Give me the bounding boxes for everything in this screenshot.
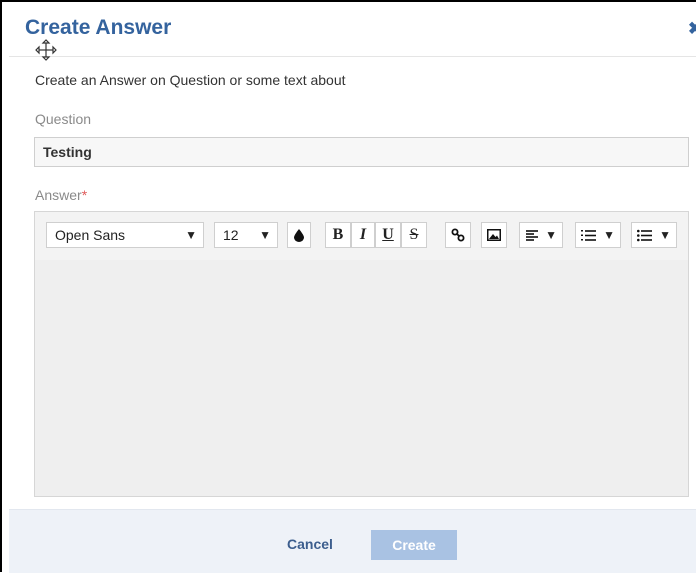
link-icon (451, 228, 465, 242)
align-icon (526, 230, 538, 241)
question-label: Question (35, 111, 92, 127)
ordered-list-select[interactable]: ▼ (575, 222, 621, 248)
question-field[interactable] (34, 137, 689, 167)
dialog-title: Create Answer (25, 16, 172, 39)
editor-toolbar: Open Sans ▼ 12 ▼ B I U S ▼ ▼ ▼ (35, 212, 688, 261)
bold-button[interactable]: B (325, 222, 351, 248)
ordered-list-icon (581, 229, 596, 241)
image-icon (487, 229, 501, 241)
dialog-footer: Cancel Create (9, 509, 696, 573)
create-button[interactable]: Create (371, 530, 457, 560)
italic-button[interactable]: I (351, 222, 375, 248)
text-color-icon (294, 229, 304, 242)
font-size-select[interactable]: 12 ▼ (214, 222, 278, 248)
answer-label: Answer* (35, 187, 87, 203)
cancel-button[interactable]: Cancel (287, 536, 333, 552)
chevron-down-icon: ▼ (259, 228, 271, 242)
align-select[interactable]: ▼ (519, 222, 563, 248)
move-icon[interactable] (34, 38, 58, 62)
chevron-down-icon: ▼ (185, 228, 197, 242)
chevron-down-icon: ▼ (659, 228, 671, 242)
chevron-down-icon: ▼ (545, 228, 557, 242)
font-family-select[interactable]: Open Sans ▼ (46, 222, 204, 248)
chevron-down-icon: ▼ (603, 228, 615, 242)
answer-content-area[interactable] (35, 260, 688, 496)
text-color-button[interactable] (287, 222, 311, 248)
bullet-list-select[interactable]: ▼ (631, 222, 677, 248)
answer-editor: Open Sans ▼ 12 ▼ B I U S ▼ ▼ ▼ (34, 211, 689, 497)
font-family-value: Open Sans (55, 227, 126, 243)
strike-button[interactable]: S (401, 222, 427, 248)
answer-label-text: Answer (35, 187, 82, 203)
font-size-value: 12 (223, 227, 239, 243)
required-marker: * (81, 187, 88, 203)
close-icon[interactable]: ✖ (688, 19, 696, 39)
dialog-description: Create an Answer on Question or some tex… (35, 72, 346, 88)
underline-button[interactable]: U (375, 222, 401, 248)
dialog-header: Create Answer ✖ (9, 0, 696, 57)
link-button[interactable] (445, 222, 471, 248)
bullet-list-icon (637, 229, 652, 241)
image-button[interactable] (481, 222, 507, 248)
